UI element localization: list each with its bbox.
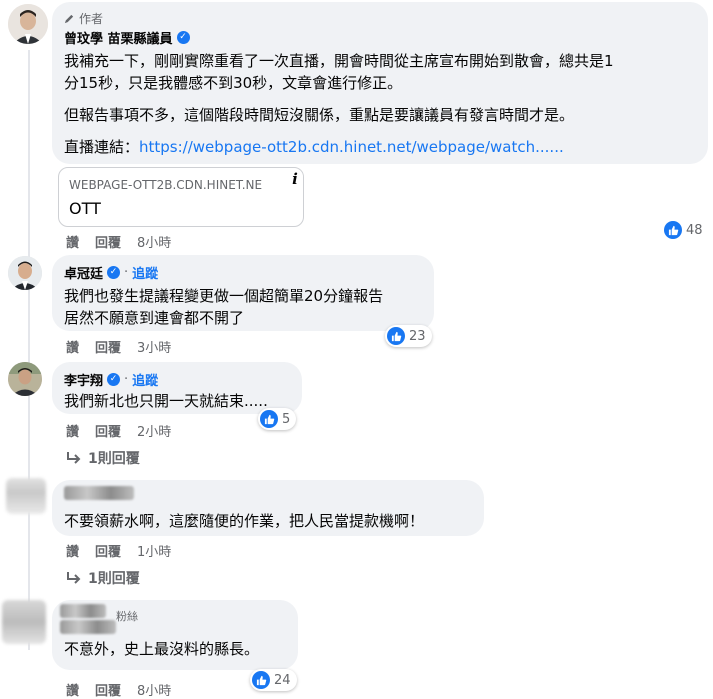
reaction-count[interactable]: 5 — [258, 408, 297, 430]
like-reaction-icon — [260, 410, 278, 428]
link-card-domain: WEBPAGE-OTT2B.CDN.HINET.NE — [69, 178, 263, 192]
reaction-number: 23 — [409, 328, 426, 344]
like-button[interactable]: 讚 — [66, 680, 79, 699]
reply-button[interactable]: 回覆 — [95, 337, 121, 356]
link-card-title: OTT — [69, 199, 101, 218]
timestamp[interactable]: 3小時 — [137, 337, 171, 356]
user-avatar-image — [8, 362, 42, 396]
reaction-count[interactable]: 24 — [250, 669, 297, 691]
author-badge: 作者 — [64, 10, 696, 26]
replies-count-label: 1則回覆 — [88, 571, 140, 587]
author-avatar-image — [8, 4, 48, 44]
link-preview-card[interactable]: WEBPAGE-OTT2B.CDN.HINET.NE OTT i — [58, 167, 304, 227]
reaction-number: 24 — [274, 672, 291, 688]
live-link-url[interactable]: https://webpage-ott2b.cdn.hinet.net/webp… — [139, 138, 564, 156]
verified-badge-icon: ✓ — [176, 30, 190, 44]
like-button[interactable]: 讚 — [66, 337, 79, 356]
reaction-number: 5 — [282, 411, 291, 427]
timestamp[interactable]: 8小時 — [137, 232, 171, 251]
view-replies-link[interactable]: 1則回覆 — [66, 448, 140, 468]
comment-actions: 讚 回覆 2小時 — [66, 421, 187, 440]
comment-line: 我們也發生提議程變更做一個超簡單20分鐘報告 — [64, 287, 384, 305]
live-link-label: 直播連結： — [64, 138, 140, 156]
reply-button[interactable]: 回覆 — [95, 541, 121, 560]
reply-button[interactable]: 回覆 — [95, 232, 121, 251]
avatar-blurred[interactable] — [6, 478, 46, 514]
reaction-count[interactable]: 48 — [662, 219, 709, 241]
timestamp[interactable]: 1小時 — [137, 541, 171, 560]
comment-text: 我們新北也只開一天就結束..... — [64, 390, 290, 412]
comment-bubble: 李宇翔 ✓ · 追蹤 我們新北也只開一天就結束..... — [52, 362, 302, 414]
view-replies-link[interactable]: 1則回覆 — [66, 568, 140, 588]
comment-line: 居然不願意到連會都不開了 — [64, 309, 245, 327]
reply-arrow-icon — [67, 452, 81, 464]
avatar-author[interactable] — [8, 4, 48, 44]
timestamp[interactable]: 2小時 — [137, 421, 171, 440]
comment-text: 不要領薪水啊，這麼隨便的作業，把人民當提款機啊！ — [64, 510, 472, 532]
comment-actions: 讚 回覆 8小時 — [66, 232, 187, 251]
avatar-user[interactable] — [8, 362, 42, 396]
follow-button[interactable]: 追蹤 — [132, 370, 158, 389]
like-button[interactable]: 讚 — [66, 421, 79, 440]
like-reaction-icon — [387, 327, 405, 345]
like-button[interactable]: 讚 — [66, 232, 79, 251]
verified-badge-icon: ✓ — [107, 265, 121, 279]
info-icon[interactable]: i — [287, 170, 303, 188]
fan-badge: 粉絲 — [116, 610, 138, 623]
info-icon-glyph: i — [292, 170, 298, 188]
comment-text: 我們也發生提議程變更做一個超簡單20分鐘報告 居然不願意到連會都不開了 — [64, 285, 422, 329]
comment-line: 我補充一下，剛剛實際重看了一次直播，開會時間從主席宣布開始到散會，總共是1 — [64, 52, 614, 70]
verified-badge-icon: ✓ — [107, 372, 121, 386]
comment-actions: 讚 回覆 1小時 — [66, 541, 187, 560]
comment-text: 我補充一下，剛剛實際重看了一次直播，開會時間從主席宣布開始到散會，總共是1 分1… — [64, 50, 696, 94]
like-button[interactable]: 讚 — [66, 541, 79, 560]
commenter-name[interactable]: 李宇翔 — [64, 370, 103, 389]
commenter-name[interactable]: 曾玟學 苗栗縣議員 — [64, 28, 173, 47]
commenter-name[interactable]: 卓冠廷 — [64, 263, 103, 282]
author-badge-label: 作者 — [79, 11, 104, 26]
like-reaction-icon — [252, 671, 270, 689]
comment-bubble-author: 作者 曾玟學 苗栗縣議員 ✓ 我補充一下，剛剛實際重看了一次直播，開會時間從主席… — [52, 2, 708, 164]
comment-line: 我們新北也只開一天就結束..... — [64, 392, 268, 410]
comment-bubble: 不要領薪水啊，這麼隨便的作業，把人民當提款機啊！ — [52, 480, 484, 536]
reaction-number: 48 — [686, 222, 703, 238]
comment-text-paragraph: 但報告事項不多，這個階段時間短沒關係，重點是要讓議員有發言時間才是。 — [64, 106, 575, 124]
timestamp[interactable]: 8小時 — [137, 680, 171, 699]
comment-line: 不要領薪水啊，這麼隨便的作業，把人民當提款機啊！ — [64, 512, 425, 530]
like-reaction-icon — [664, 221, 682, 239]
comment-text: 不意外，史上最沒料的縣長。 — [64, 638, 259, 660]
reply-arrow-icon — [67, 572, 81, 584]
follow-button[interactable]: 追蹤 — [132, 263, 158, 282]
pencil-icon — [64, 14, 74, 23]
comment-actions: 讚 回覆 3小時 — [66, 337, 187, 356]
separator-dot: · — [124, 371, 129, 387]
comment-bubble: 卓冠廷 ✓ · 追蹤 我們也發生提議程變更做一個超簡單20分鐘報告 居然不願意到… — [52, 255, 434, 331]
blurred-name — [64, 486, 134, 500]
comment-bubble: 粉絲 不意外，史上最沒料的縣長。 — [52, 600, 298, 670]
separator-dot: · — [124, 264, 129, 280]
reply-button[interactable]: 回覆 — [95, 680, 121, 699]
reply-button[interactable]: 回覆 — [95, 421, 121, 440]
user-avatar-image — [8, 256, 42, 290]
avatar-user[interactable] — [8, 256, 42, 290]
blurred-name — [60, 620, 116, 634]
replies-count-label: 1則回覆 — [88, 451, 140, 467]
comment-line: 分15秒，只是我體感不到30秒，文章會進行修正。 — [64, 74, 403, 92]
thread-line — [28, 50, 30, 650]
comment-line: 不意外，史上最沒料的縣長。 — [64, 640, 260, 658]
reaction-count[interactable]: 23 — [385, 325, 432, 347]
blurred-name — [60, 604, 106, 618]
avatar-blurred[interactable] — [2, 600, 46, 644]
comment-actions: 讚 回覆 8小時 — [66, 680, 187, 699]
live-link-row: 直播連結：https://webpage-ott2b.cdn.hinet.net… — [64, 136, 696, 158]
